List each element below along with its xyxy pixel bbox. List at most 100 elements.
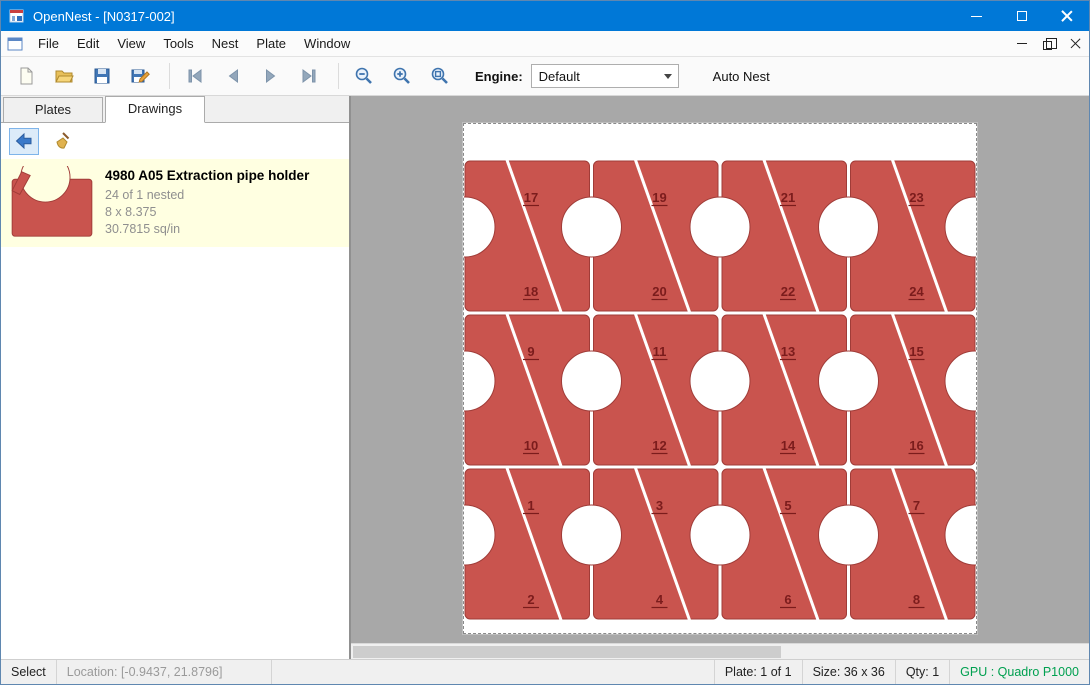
engine-label: Engine: — [475, 69, 523, 84]
scrollbar-thumb[interactable] — [353, 646, 781, 658]
drawing-item-area: 30.7815 sq/in — [105, 221, 309, 238]
status-qty: Qty: 1 — [895, 660, 949, 684]
engine-select[interactable]: Default — [531, 64, 679, 88]
save-as-button[interactable] — [123, 60, 157, 92]
zoom-fit-icon — [430, 66, 450, 86]
save-icon — [92, 66, 112, 86]
part-label-20: 20 — [652, 284, 666, 299]
zoom-in-icon — [392, 66, 412, 86]
import-drawing-button[interactable] — [9, 128, 39, 155]
toolbar-separator — [338, 63, 339, 89]
part-label-1: 1 — [527, 498, 534, 513]
close-button[interactable] — [1044, 1, 1089, 31]
new-button[interactable] — [9, 60, 43, 92]
part-label-5: 5 — [784, 498, 791, 513]
plate[interactable]: 171819202122232491011121314151612345678 — [463, 123, 977, 634]
child-minimize-button[interactable] — [1008, 33, 1035, 55]
save-button[interactable] — [85, 60, 119, 92]
part-label-6: 6 — [784, 592, 791, 607]
open-folder-icon — [54, 66, 74, 86]
close-icon — [1061, 10, 1073, 22]
previous-plate-button[interactable] — [216, 60, 250, 92]
horizontal-scrollbar[interactable] — [351, 643, 1089, 659]
main-area: Plates Drawings — [1, 96, 1089, 659]
broom-icon — [52, 131, 72, 151]
chevron-down-icon — [664, 74, 672, 79]
part-thumbnail — [9, 166, 95, 240]
app-icon — [9, 8, 25, 24]
part-label-17: 17 — [524, 190, 538, 205]
first-plate-button[interactable] — [178, 60, 212, 92]
next-arrow-icon — [261, 66, 281, 86]
app-window: OpenNest - [N0317-002] FileEditViewTools… — [0, 0, 1090, 685]
part-label-3: 3 — [656, 498, 663, 513]
tab-drawings[interactable]: Drawings — [105, 96, 205, 123]
menu-item-nest[interactable]: Nest — [203, 32, 248, 55]
part-label-8: 8 — [913, 592, 920, 607]
drawing-list-item[interactable]: 4980 A05 Extraction pipe holder 24 of 1 … — [1, 159, 349, 247]
part-label-2: 2 — [527, 592, 534, 607]
status-spacer — [272, 660, 714, 684]
maximize-button[interactable] — [999, 1, 1044, 31]
last-plate-button[interactable] — [292, 60, 326, 92]
menu-item-view[interactable]: View — [108, 32, 154, 55]
child-restore-button[interactable] — [1035, 33, 1062, 55]
menu-item-file[interactable]: File — [29, 32, 68, 55]
open-button[interactable] — [47, 60, 81, 92]
menu-item-plate[interactable]: Plate — [247, 32, 295, 55]
new-document-icon — [16, 66, 36, 86]
panel-tabstrip: Plates Drawings — [1, 96, 349, 123]
maximize-icon — [1017, 11, 1027, 21]
drawing-item-dimensions: 8 x 8.375 — [105, 204, 309, 221]
menu-bar: FileEditViewToolsNestPlateWindow — [1, 31, 1089, 57]
child-minimize-icon — [1017, 43, 1027, 44]
zoom-out-button[interactable] — [347, 60, 381, 92]
main-toolbar: Engine: Default Auto Nest — [1, 57, 1089, 96]
part-label-14: 14 — [781, 438, 796, 453]
tab-plates[interactable]: Plates — [3, 97, 103, 122]
status-size: Size: 36 x 36 — [802, 660, 895, 684]
document-icon — [7, 37, 23, 51]
drawing-item-nested: 24 of 1 nested — [105, 187, 309, 204]
drawing-item-title: 4980 A05 Extraction pipe holder — [105, 168, 309, 183]
part-label-10: 10 — [524, 438, 538, 453]
title-bar: OpenNest - [N0317-002] — [1, 1, 1089, 31]
drawing-item-text: 4980 A05 Extraction pipe holder 24 of 1 … — [105, 166, 309, 240]
status-gpu: GPU : Quadro P1000 — [949, 660, 1089, 684]
menu-item-window[interactable]: Window — [295, 32, 359, 55]
status-plate: Plate: 1 of 1 — [714, 660, 802, 684]
minimize-icon — [971, 16, 982, 17]
menu-item-tools[interactable]: Tools — [154, 32, 202, 55]
menu-items: FileEditViewToolsNestPlateWindow — [29, 32, 519, 55]
zoom-fit-button[interactable] — [423, 60, 457, 92]
nest-canvas[interactable]: 171819202122232491011121314151612345678 — [351, 96, 1089, 659]
part-label-22: 22 — [781, 284, 795, 299]
next-plate-button[interactable] — [254, 60, 288, 92]
plate-svg[interactable]: 171819202122232491011121314151612345678 — [464, 124, 976, 633]
toolbar-separator — [169, 63, 170, 89]
part-label-21: 21 — [781, 190, 795, 205]
child-close-button[interactable] — [1062, 33, 1089, 55]
part-label-11: 11 — [653, 344, 667, 359]
child-restore-icon — [1043, 41, 1052, 50]
zoom-out-icon — [354, 66, 374, 86]
part-label-23: 23 — [909, 190, 923, 205]
minimize-button[interactable] — [954, 1, 999, 31]
first-arrow-icon — [185, 66, 205, 86]
save-edit-icon — [130, 66, 150, 86]
previous-arrow-icon — [223, 66, 243, 86]
zoom-in-button[interactable] — [385, 60, 419, 92]
part-label-7: 7 — [913, 498, 920, 513]
last-arrow-icon — [299, 66, 319, 86]
part-label-24: 24 — [909, 284, 924, 299]
part-label-13: 13 — [781, 344, 795, 359]
blue-arrow-left-icon — [14, 131, 34, 151]
part-label-12: 12 — [652, 438, 666, 453]
clear-drawings-button[interactable] — [47, 128, 77, 155]
status-bar: Select Location: [-0.9437, 21.8796] Plat… — [1, 659, 1089, 684]
menu-item-edit[interactable]: Edit — [68, 32, 108, 55]
auto-nest-button[interactable]: Auto Nest — [705, 65, 778, 88]
part-label-9: 9 — [527, 344, 534, 359]
child-close-icon — [1070, 38, 1081, 49]
status-mode: Select — [1, 660, 57, 684]
